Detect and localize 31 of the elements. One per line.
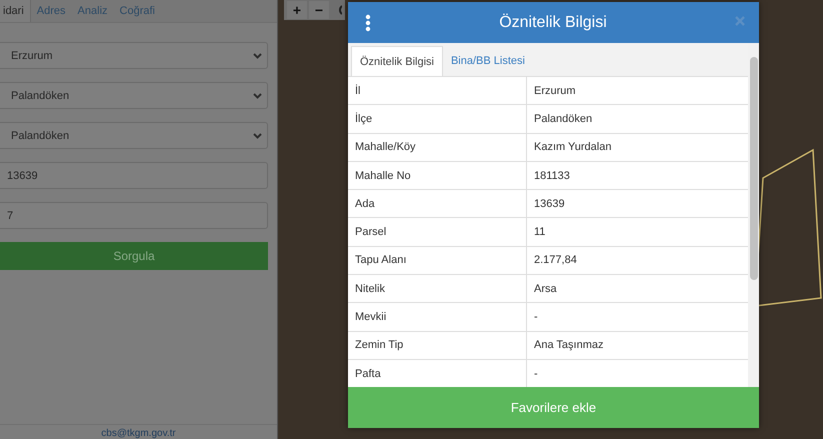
- add-to-favorites-button[interactable]: Favorilere ekle: [348, 387, 759, 428]
- table-cell: Tapu Alanı: [348, 246, 526, 276]
- chevron-down-icon: [253, 132, 262, 138]
- table-cell: Mahalle No: [348, 162, 526, 190]
- table-cell: Mevkii: [348, 303, 526, 332]
- panel-tab[interactable]: Adres: [30, 0, 72, 22]
- table-cell: Mahalle/Köy: [348, 134, 526, 162]
- table-cell: Parsel: [348, 218, 526, 247]
- zoom-in-button[interactable]: +: [287, 1, 307, 19]
- table-cell: Zemin Tip: [348, 332, 526, 360]
- dialog-tab[interactable]: Bina/BB Listesi: [442, 46, 533, 76]
- table-cell: Nitelik: [348, 275, 526, 304]
- table-cell: Ada: [348, 190, 526, 218]
- panel-tab[interactable]: Coğrafi: [114, 0, 161, 22]
- query-button[interactable]: Sorgula: [0, 242, 268, 270]
- select-field[interactable]: Palandöken: [0, 82, 268, 109]
- select-field[interactable]: Palandöken: [0, 122, 268, 149]
- dialog-title: Öznitelik Bilgisi: [498, 14, 608, 32]
- panel-tab[interactable]: Analiz: [72, 0, 114, 22]
- dialog-tab[interactable]: Öznitelik Bilgisi: [351, 46, 443, 76]
- email-link[interactable]: cbs@tkgm.gov.tr: [101, 428, 176, 439]
- chevron-down-icon: [253, 52, 262, 58]
- input-field[interactable]: 13639: [0, 162, 268, 189]
- panel-tab[interactable]: idari: [0, 0, 31, 22]
- zoom-out-button[interactable]: −: [309, 1, 329, 19]
- menu-icon[interactable]: [365, 14, 371, 32]
- input-field[interactable]: 7: [0, 202, 268, 229]
- select-field[interactable]: Erzurum: [0, 42, 268, 69]
- table-cell: İlçe: [348, 105, 526, 134]
- chevron-down-icon: [253, 92, 262, 98]
- table-cell: İl: [348, 77, 526, 106]
